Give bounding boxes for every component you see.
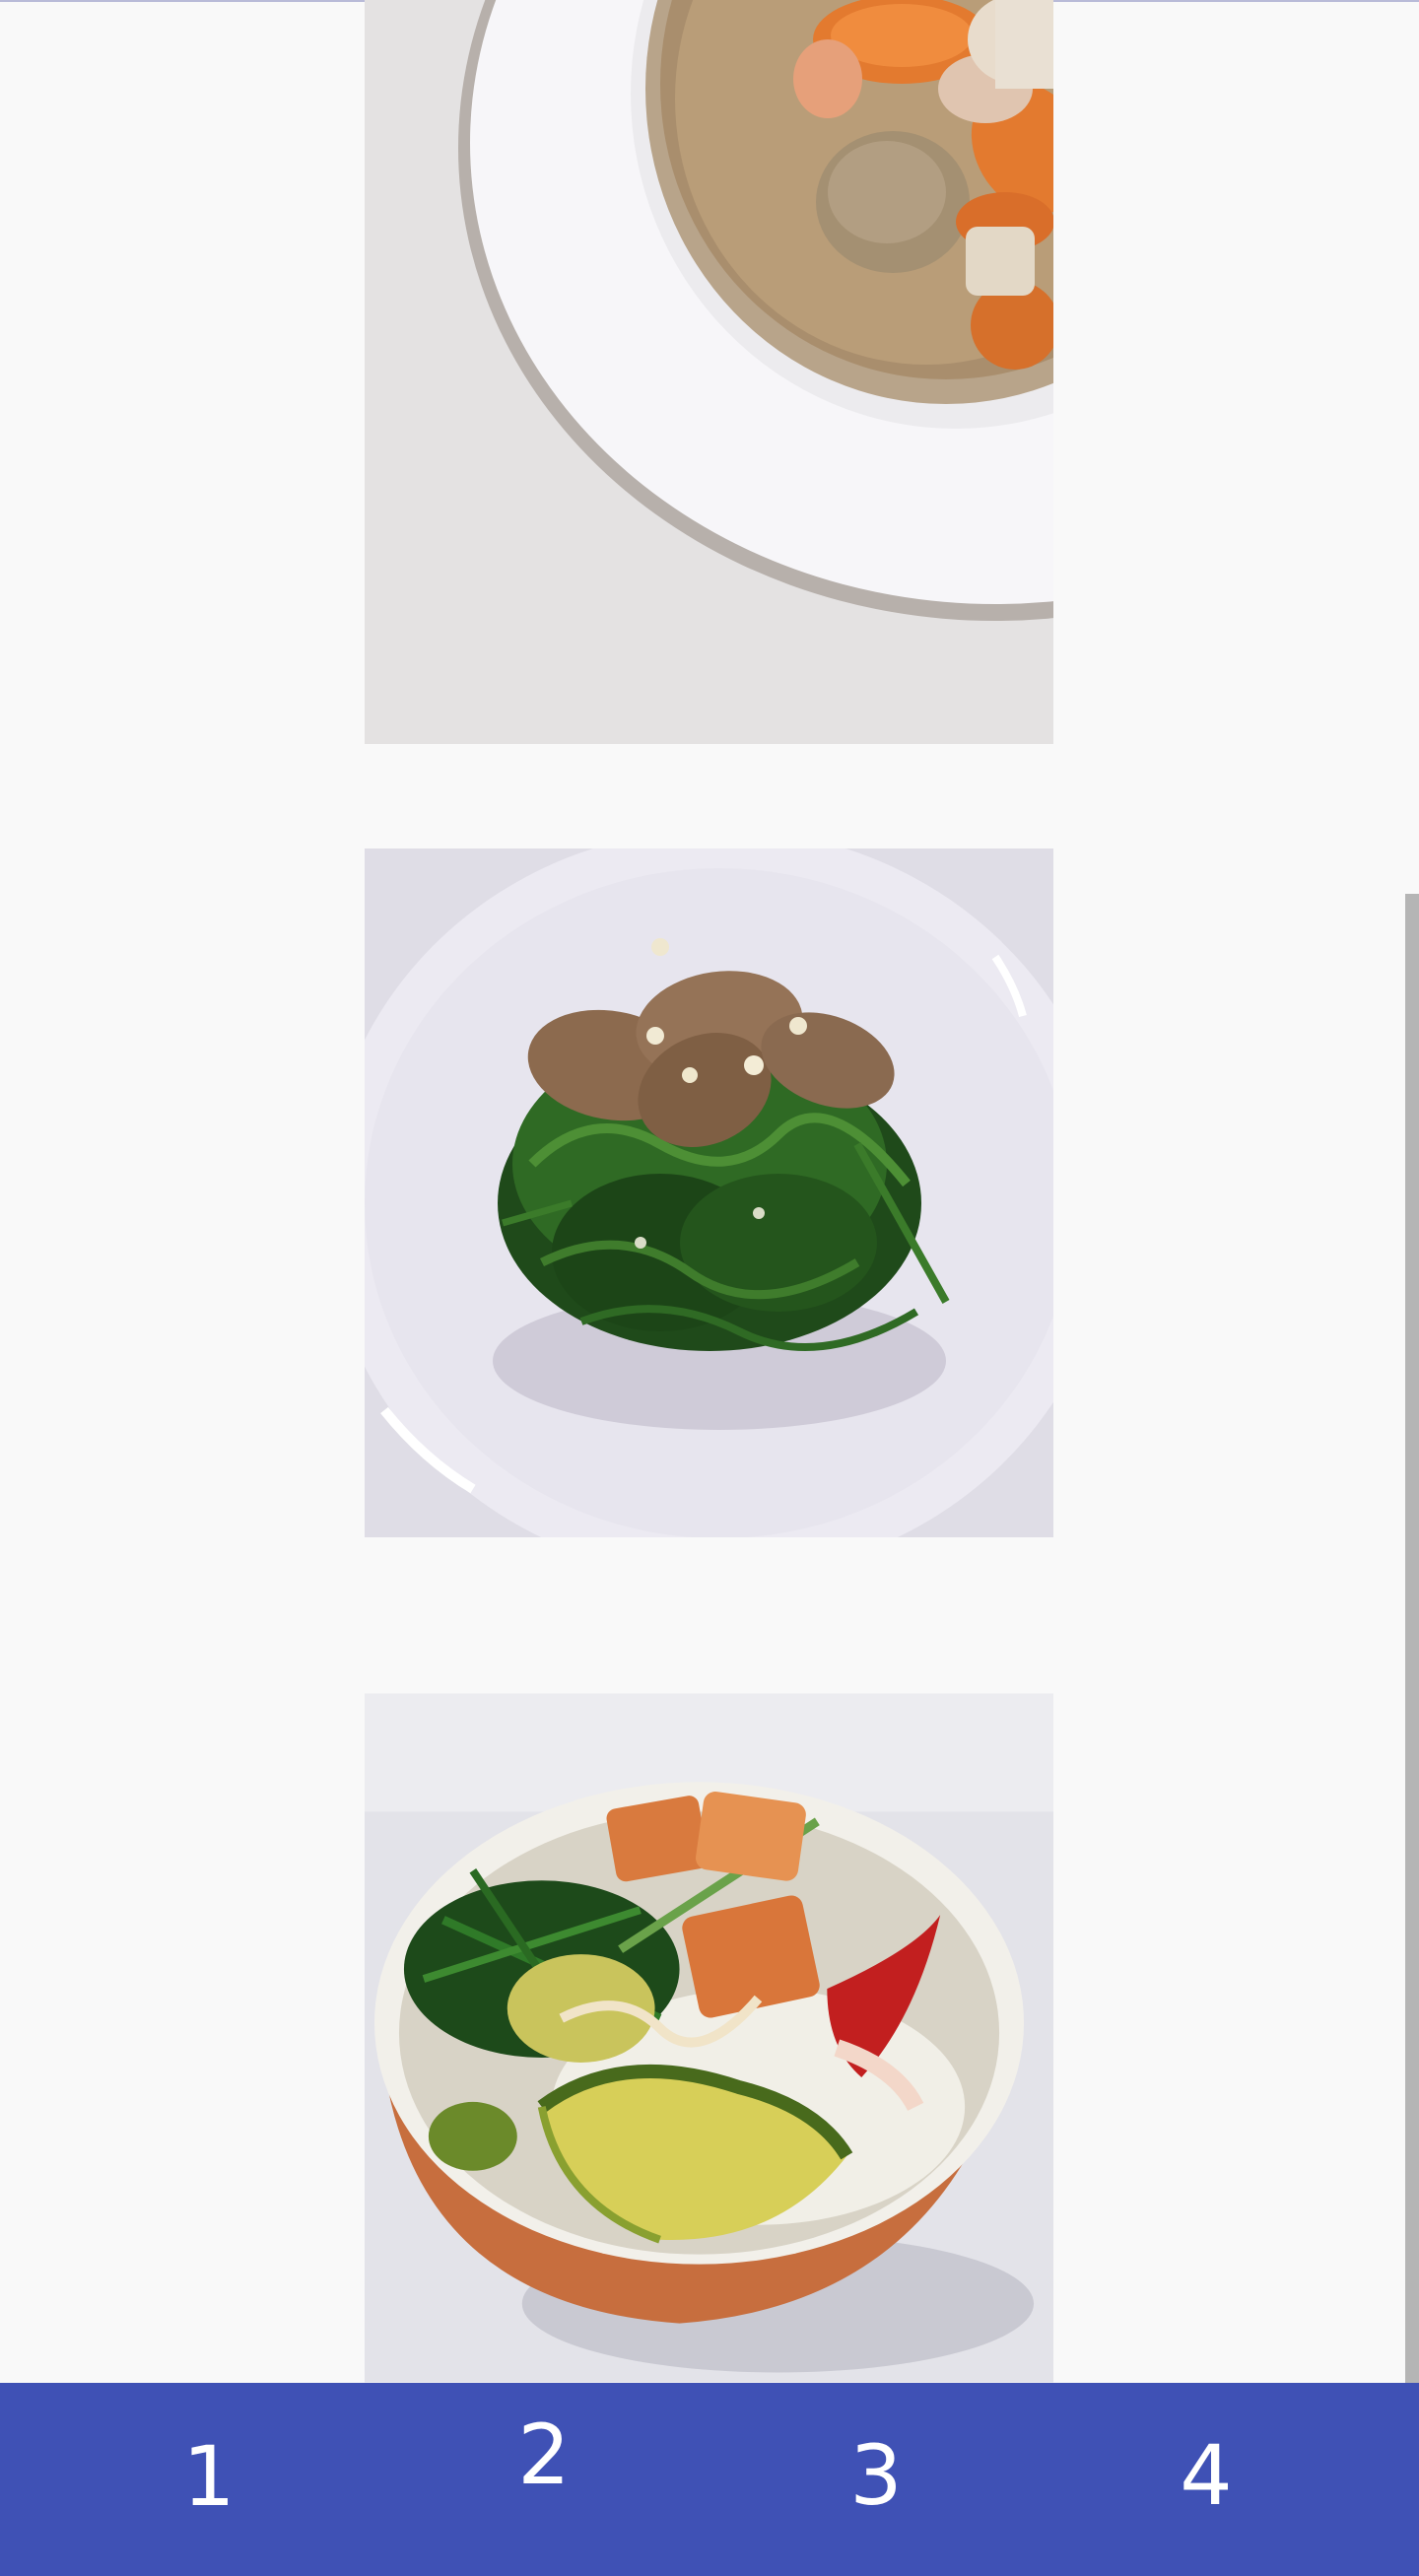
photo-feed[interactable] [0, 0, 1419, 2383]
greens-image [365, 848, 1053, 1537]
feed-photo-greens[interactable] [365, 848, 1053, 1537]
feed-photo-poke-bowl[interactable] [365, 1693, 1053, 2383]
bottom-tab-bar: 1 2 3 4 [0, 2383, 1419, 2576]
tab-4[interactable]: 4 [1137, 2416, 1275, 2535]
tab-3[interactable]: 3 [807, 2416, 945, 2535]
app-screen: 1 2 3 4 [0, 0, 1419, 2576]
soup-image [365, 0, 1053, 744]
tab-2[interactable]: 2 [475, 2396, 613, 2514]
poke-bowl-image [365, 1693, 1053, 2383]
scrollbar-thumb[interactable] [1405, 894, 1419, 2383]
tab-1[interactable]: 1 [140, 2417, 278, 2536]
feed-photo-soup[interactable] [365, 0, 1053, 744]
